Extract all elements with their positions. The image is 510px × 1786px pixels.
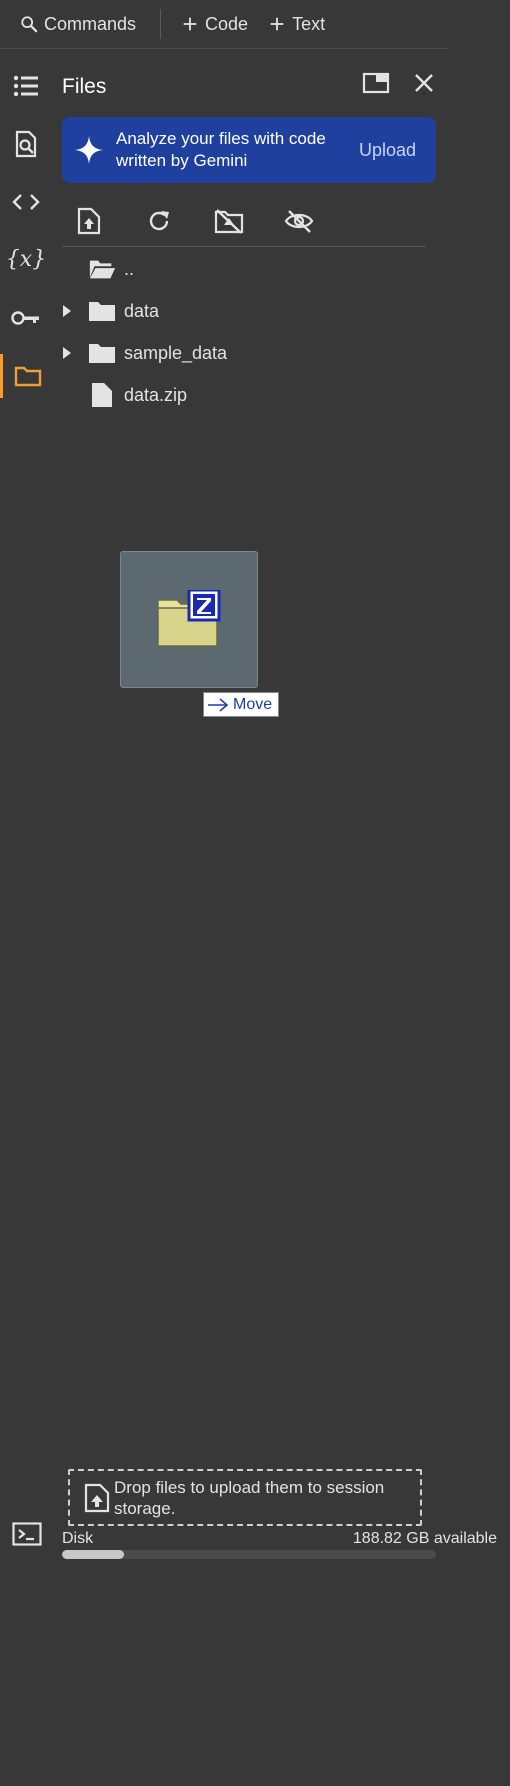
file-icon (88, 382, 116, 408)
commands-label: Commands (44, 13, 137, 34)
search-icon (21, 16, 38, 33)
tree-row-data-zip[interactable]: data.zip (62, 375, 422, 415)
refresh-button[interactable] (144, 206, 174, 236)
hide-files-button[interactable] (284, 206, 314, 236)
panel-title: Files (62, 75, 107, 98)
commands-button[interactable]: Commands (14, 6, 142, 42)
rail-table-of-contents[interactable] (0, 64, 52, 108)
open-in-tab-button[interactable] (362, 69, 390, 97)
tree-row-data[interactable]: data (62, 291, 422, 331)
unmount-drive-icon (214, 208, 244, 234)
tree-item-label: .. (124, 258, 135, 279)
top-toolbar: Commands Code Text (0, 0, 448, 49)
disk-label: Disk (62, 1530, 94, 1547)
add-code-label: Code (205, 13, 249, 34)
dropzone-text: Drop files to upload them to session sto… (114, 1477, 385, 1518)
tree-row-parent[interactable]: .. (62, 249, 422, 289)
folder-icon (88, 298, 116, 324)
rail-secrets[interactable] (0, 296, 52, 340)
left-rail: {x} (0, 49, 52, 1568)
rail-variables[interactable]: {x} (0, 237, 52, 281)
disk-available: 188.82 GB available (352, 1530, 497, 1547)
table-of-contents-icon (13, 75, 38, 97)
drag-ghost (120, 551, 258, 688)
rail-find-replace[interactable] (0, 122, 52, 166)
disk-usage-fill (62, 1550, 124, 1559)
upload-file-icon (77, 207, 101, 234)
terminal-icon[interactable] (12, 1522, 42, 1546)
tree-item-label: data (124, 300, 160, 321)
sparkle-icon (75, 136, 103, 164)
expand-caret-icon[interactable] (62, 304, 74, 318)
files-panel: Files Analyze your files with code writt… (52, 49, 448, 1568)
upload-dropzone[interactable]: Drop files to upload them to session sto… (68, 1469, 422, 1526)
find-replace-icon (15, 130, 37, 158)
open-folder-icon (88, 256, 116, 282)
upload-file-button[interactable] (74, 206, 104, 236)
close-icon (415, 74, 433, 92)
banner-upload-button[interactable]: Upload (359, 140, 416, 161)
files-folder-icon (14, 366, 41, 387)
tree-item-label: data.zip (124, 384, 188, 405)
unmount-drive-button[interactable] (214, 206, 244, 236)
refresh-icon (149, 210, 169, 230)
arrow-right-icon (208, 697, 229, 712)
gemini-banner: Analyze your files with code written by … (62, 117, 436, 183)
secrets-key-icon (11, 311, 39, 325)
add-text-button[interactable]: Text (262, 6, 331, 42)
upload-file-icon (84, 1483, 110, 1512)
open-in-tab-icon (362, 72, 390, 94)
tree-row-sample-data[interactable]: sample_data (62, 333, 422, 373)
code-snippets-icon (12, 194, 40, 210)
rail-files[interactable] (0, 354, 52, 398)
hide-files-icon (284, 209, 314, 233)
variables-icon: {x} (5, 246, 47, 272)
add-text-label: Text (292, 13, 326, 34)
plus-icon (183, 17, 197, 31)
move-tooltip-label: Move (233, 695, 273, 713)
expand-caret-icon[interactable] (62, 346, 74, 360)
close-panel-button[interactable] (410, 69, 438, 97)
toolbar-divider (160, 9, 162, 39)
add-code-button[interactable]: Code (175, 6, 254, 42)
tree-item-label: sample_data (124, 342, 228, 363)
rail-code-snippets[interactable] (0, 180, 52, 224)
disk-usage-bar (62, 1550, 436, 1559)
file-tools (62, 195, 426, 247)
folder-icon (88, 340, 116, 366)
zip-archive-icon (157, 589, 221, 647)
banner-text: Analyze your files with code written by … (116, 129, 326, 170)
move-tooltip: Move (203, 692, 279, 717)
plus-icon (270, 17, 284, 31)
